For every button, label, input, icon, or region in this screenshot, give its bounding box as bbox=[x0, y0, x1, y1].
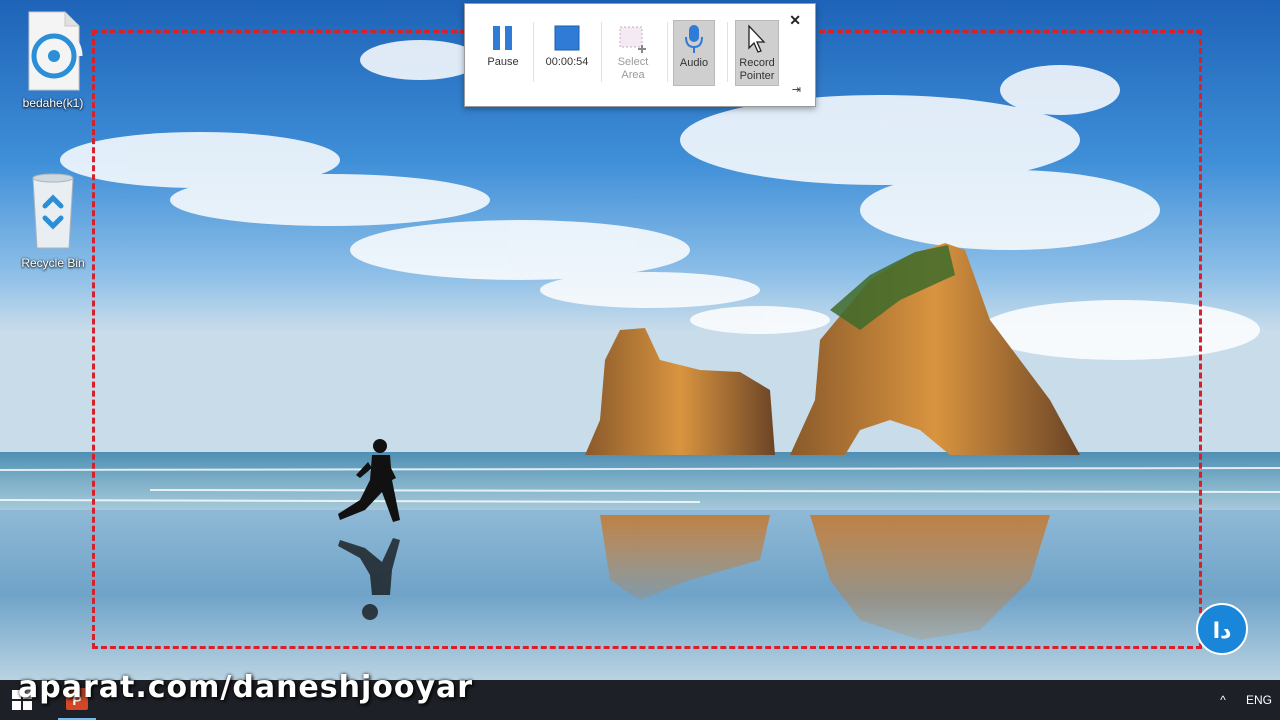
desktop-icon-label: bedahe(k1) bbox=[22, 96, 84, 110]
show-hidden-icons-chevron-icon[interactable]: ^ bbox=[1208, 693, 1238, 707]
select-area-label: Select Area bbox=[617, 56, 649, 81]
recycle-bin-icon bbox=[23, 170, 83, 250]
system-tray: ^ ENG bbox=[1208, 680, 1280, 720]
logo-text: دا bbox=[1213, 619, 1232, 644]
toolbar-separator bbox=[667, 22, 668, 82]
toolbar-separator bbox=[727, 22, 728, 82]
watermark-url: aparat.com/daneshjooyar bbox=[18, 670, 474, 705]
stop-icon bbox=[539, 20, 595, 56]
recording-timer: 00:00:54 bbox=[545, 56, 589, 68]
record-pointer-label: Record Pointer bbox=[739, 57, 775, 82]
pause-button[interactable]: Pause bbox=[475, 20, 531, 86]
pause-icon bbox=[475, 20, 531, 56]
input-language-indicator[interactable]: ENG bbox=[1238, 693, 1280, 707]
recording-region-outline bbox=[92, 30, 1202, 649]
record-pointer-toggle[interactable]: Record Pointer bbox=[735, 20, 779, 86]
cursor-pointer-icon bbox=[736, 21, 778, 57]
stop-button[interactable]: 00:00:54 bbox=[539, 20, 595, 86]
audio-label: Audio bbox=[679, 57, 709, 69]
daneshjooyar-logo: دا bbox=[1195, 602, 1249, 656]
pin-icon[interactable]: ⇥ bbox=[792, 83, 801, 96]
select-area-button[interactable]: Select Area bbox=[605, 20, 661, 86]
select-area-icon bbox=[605, 20, 661, 56]
toolbar-separator bbox=[601, 22, 602, 82]
document-disc-icon bbox=[23, 10, 83, 91]
microphone-icon bbox=[674, 21, 714, 57]
pause-label: Pause bbox=[487, 56, 519, 68]
desktop-icon-label: Recycle Bin bbox=[21, 256, 85, 270]
screen-recording-toolbar: Pause 00:00:54 Select Area Audio Record … bbox=[464, 3, 816, 107]
audio-toggle[interactable]: Audio bbox=[673, 20, 715, 86]
toolbar-separator bbox=[533, 22, 534, 82]
desktop-icon-recycle-bin[interactable]: Recycle Bin bbox=[13, 170, 93, 270]
close-icon[interactable]: ✕ bbox=[789, 12, 801, 29]
desktop-icon-bedahe[interactable]: bedahe(k1) bbox=[13, 10, 93, 110]
